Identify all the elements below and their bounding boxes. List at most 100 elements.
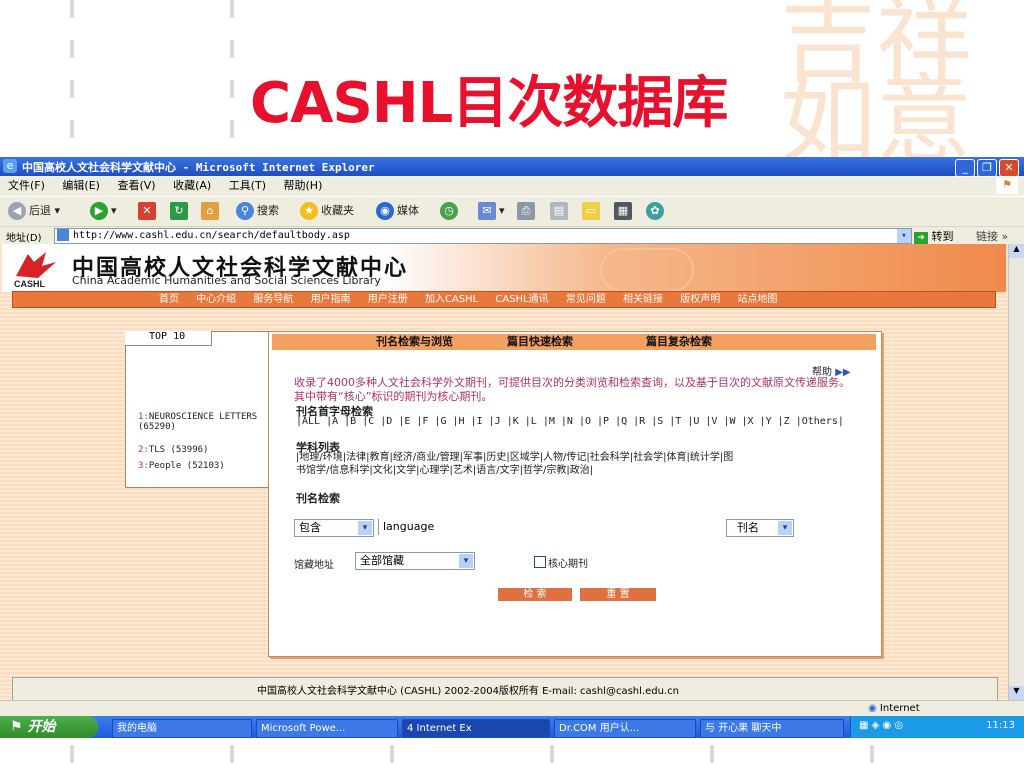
- nav-links[interactable]: 相关链接: [623, 294, 663, 305]
- slide-dash: [710, 745, 714, 763]
- task-my-computer[interactable]: 我的电脑: [112, 719, 252, 738]
- status-bar: ◉ Internet: [0, 700, 1024, 717]
- task-chat[interactable]: 与 开心果 聊天中: [700, 719, 844, 738]
- tray-icons[interactable]: ▦ ◈ ◉ ◎: [859, 720, 903, 731]
- core-checkbox[interactable]: [534, 556, 546, 568]
- windows-logo-icon: ⚑: [996, 178, 1018, 194]
- subject-list-line[interactable]: |地理/环境|法律|教育|经济/商业/管理|军事|历史|区域学|人物/传记|社会…: [296, 451, 733, 464]
- media-icon: ◉: [376, 202, 394, 220]
- globe-icon: ◉: [868, 703, 877, 714]
- top10-item[interactable]: 1:NEUROSCIENCE LETTERS (65290): [138, 412, 264, 432]
- subject-list-line[interactable]: 书馆学/信息科学|文化|文学|心理学|艺术|语言/文字|哲学/宗教|政治|: [296, 464, 593, 477]
- nav-faq[interactable]: 常见问题: [566, 294, 606, 305]
- tab-title-browse[interactable]: 刊名检索与浏览: [376, 334, 453, 350]
- menu-favorites[interactable]: 收藏(A): [173, 179, 211, 192]
- slide-title: CASHL目次数据库: [250, 71, 728, 136]
- top10-item[interactable]: 2:TLS (53996): [138, 445, 264, 455]
- nav-about[interactable]: 中心介绍: [196, 294, 236, 305]
- address-input[interactable]: http://www.cashl.edu.cn/search/defaultbo…: [54, 228, 912, 244]
- intro-text: 收录了4000多种人文社会科学外文期刊，可提供目次的分类浏览和检索查询，以及基于…: [294, 376, 850, 403]
- favorites-button[interactable]: ★ 收藏夹: [300, 200, 354, 222]
- scroll-down-icon[interactable]: ▼: [1009, 686, 1024, 700]
- star-icon: ★: [300, 202, 318, 220]
- nav-home[interactable]: 首页: [159, 294, 179, 305]
- title-search-heading: 刊名检索: [296, 492, 340, 505]
- library-select[interactable]: 全部馆藏 ▾: [355, 552, 475, 570]
- go-button[interactable]: ➜ 转到: [914, 228, 954, 244]
- scroll-up-icon[interactable]: ▲: [1009, 244, 1024, 258]
- slide-dash: [70, 120, 74, 138]
- slide-dash: [230, 120, 234, 138]
- address-dropdown-icon[interactable]: ▾: [897, 229, 911, 243]
- clock: 11:13: [986, 720, 1015, 731]
- forward-button[interactable]: ▶ ▾: [90, 200, 117, 222]
- mail-button[interactable]: ✉ ▾: [478, 200, 505, 222]
- nav-services[interactable]: 服务导航: [253, 294, 293, 305]
- slide-dash: [230, 40, 234, 58]
- page-icon: [57, 229, 69, 241]
- library-label: 馆藏地址: [294, 560, 334, 571]
- go-arrow-icon: ➜: [914, 232, 928, 244]
- messenger-icon: ✿: [646, 202, 664, 220]
- slide-dash: [230, 0, 234, 18]
- task-drcom[interactable]: Dr.COM 用户认...: [554, 719, 696, 738]
- letter-index[interactable]: |ALL |A |B |C |D |E |F |G |H |I |J |K |L…: [296, 416, 844, 427]
- top10-item[interactable]: 3:People (52103): [138, 461, 264, 471]
- slide-dash: [230, 745, 234, 763]
- menu-tools[interactable]: 工具(T): [229, 179, 266, 192]
- windows-flag-icon: ⚑: [10, 719, 23, 735]
- site-title-en: China Academic Humanities and Social Sci…: [72, 274, 381, 287]
- search-input[interactable]: language: [378, 519, 719, 535]
- restore-button[interactable]: ❐: [977, 159, 997, 177]
- back-arrow-icon: ◀: [8, 202, 26, 220]
- messenger-button[interactable]: ✿: [646, 200, 667, 222]
- home-icon: ⌂: [201, 202, 219, 220]
- home-button[interactable]: ⌂: [201, 200, 222, 222]
- match-select[interactable]: 包含 ▾: [294, 519, 374, 537]
- slide-dash: [230, 80, 234, 98]
- slide-dash: [870, 745, 874, 763]
- nav-newsletter[interactable]: CASHL通讯: [495, 294, 548, 305]
- nav-sitemap[interactable]: 站点地图: [737, 294, 777, 305]
- history-button[interactable]: ◷: [440, 200, 461, 222]
- task-internet-explorer[interactable]: 4 Internet Ex: [402, 719, 550, 738]
- tab-quick-search[interactable]: 篇目快速检索: [507, 334, 573, 350]
- slide-dash: [70, 40, 74, 58]
- field-select[interactable]: 刊名 ▾: [726, 519, 794, 537]
- minimize-button[interactable]: _: [955, 159, 975, 177]
- research-button[interactable]: ▦: [614, 200, 635, 222]
- menu-edit[interactable]: 编辑(E): [62, 179, 100, 192]
- start-button[interactable]: ⚑ 开始: [0, 716, 98, 738]
- edit-button[interactable]: ▤: [550, 200, 571, 222]
- reset-button[interactable]: 重 置: [580, 588, 656, 601]
- print-button[interactable]: ⎙: [517, 200, 538, 222]
- search-button[interactable]: ⚲ 搜索: [236, 200, 279, 222]
- nav-guide[interactable]: 用户指南: [311, 294, 351, 305]
- task-powerpoint[interactable]: Microsoft Powe...: [256, 719, 398, 738]
- top10-box: 1:NEUROSCIENCE LETTERS (65290) 2:TLS (53…: [125, 331, 269, 488]
- tab-advanced-search[interactable]: 篇目复杂检索: [646, 334, 712, 350]
- search-submit-button[interactable]: 检 索: [498, 588, 572, 601]
- refresh-button[interactable]: ↻: [170, 200, 191, 222]
- menu-view[interactable]: 查看(V): [117, 179, 155, 192]
- close-button[interactable]: ✕: [999, 159, 1019, 177]
- discuss-button[interactable]: ▭: [582, 200, 603, 222]
- stop-icon: ✕: [138, 202, 156, 220]
- nav-copyright[interactable]: 版权声明: [680, 294, 720, 305]
- menu-file[interactable]: 文件(F): [8, 179, 45, 192]
- system-tray: ▦ ◈ ◉ ◎ 11:13: [850, 716, 1024, 738]
- links-button[interactable]: 链接 »: [976, 228, 1008, 244]
- logo-text: CASHL: [14, 279, 46, 288]
- stop-button[interactable]: ✕: [138, 200, 159, 222]
- slide-dash: [70, 80, 74, 98]
- nav-join[interactable]: 加入CASHL: [425, 294, 478, 305]
- back-button[interactable]: ◀ 后退 ▾: [8, 200, 60, 222]
- media-button[interactable]: ◉ 媒体: [376, 200, 419, 222]
- nav-register[interactable]: 用户注册: [368, 294, 408, 305]
- chevron-down-icon: ▾: [358, 521, 372, 535]
- vertical-scrollbar[interactable]: ▲ ▼: [1008, 244, 1024, 700]
- slide-dash: [70, 745, 74, 763]
- menu-help[interactable]: 帮助(H): [284, 179, 323, 192]
- forward-arrow-icon: ▶: [90, 202, 108, 220]
- slide-dash: [550, 745, 554, 763]
